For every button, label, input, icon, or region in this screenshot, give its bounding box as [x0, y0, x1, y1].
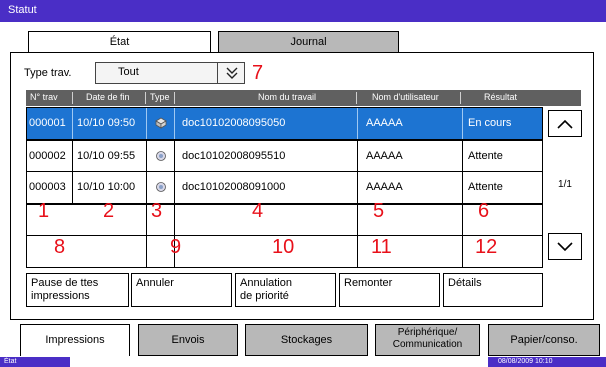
cell-job-name: doc10102008095050 [182, 117, 286, 129]
table-row[interactable]: 000001 10/10 09:50 doc10102008095050 AAA… [26, 107, 543, 140]
header-separator [72, 92, 73, 104]
header-separator [460, 92, 461, 104]
job-type-label: Type trav. [24, 67, 72, 79]
print-job-icon [155, 108, 167, 139]
move-up-button[interactable]: Remonter [339, 273, 440, 307]
row-separator [146, 172, 147, 203]
pause-all-prints-button[interactable]: Pause de ttes impressions [26, 273, 129, 307]
priority-override-label-2: de priorité [240, 290, 289, 302]
tab-status[interactable]: État [28, 31, 211, 53]
annotation-4: 4 [252, 200, 264, 222]
annotation-8: 8 [54, 236, 66, 258]
priority-override-label-1: Annulation [240, 277, 292, 289]
tab-stockages[interactable]: Stockages [245, 324, 368, 356]
annotation-12: 12 [475, 236, 498, 258]
annotation-10: 10 [272, 236, 295, 258]
annotation-1: 1 [38, 200, 50, 222]
status-datetime: 08/08/2009 10:10 [488, 357, 606, 367]
row-separator [72, 141, 73, 172]
annotation-2: 2 [103, 200, 115, 222]
scroll-header-strip [543, 90, 581, 106]
header-job-number: N° trav [30, 92, 58, 102]
header-separator [145, 92, 146, 104]
column-separator [146, 205, 147, 267]
row-separator [72, 172, 73, 203]
page-indicator: 1/1 [558, 179, 572, 190]
row-separator [174, 141, 175, 172]
tab-journal[interactable]: Journal [218, 31, 399, 53]
cell-job-name: doc10102008095510 [182, 150, 286, 162]
header-end-date: Date de fin [86, 92, 130, 102]
annotation-11: 11 [371, 236, 392, 258]
row-separator [146, 141, 147, 172]
header-user-name: Nom d'utilisateur [372, 92, 439, 102]
pause-all-prints-label-1: Pause de ttes [31, 277, 99, 289]
move-up-label: Remonter [344, 277, 393, 289]
row-separator [174, 108, 175, 139]
header-type: Type [150, 92, 170, 102]
scan-job-icon [155, 141, 167, 172]
tab-papier-conso[interactable]: Papier/conso. [488, 324, 600, 356]
row-separator [357, 172, 358, 203]
tab-peripherique-label-2: Communication [392, 339, 463, 350]
column-separator [357, 205, 358, 267]
row-separator [72, 108, 73, 139]
header-separator [174, 92, 175, 104]
annotation-9: 9 [170, 236, 182, 258]
cell-end-date: 10/10 09:55 [77, 150, 136, 162]
annotation-7: 7 [252, 62, 264, 84]
cell-job-number: 000001 [29, 117, 66, 129]
header-result: Résultat [484, 92, 518, 102]
row-separator [357, 141, 358, 172]
pause-all-prints-label-2: impressions [31, 290, 90, 302]
annotation-3: 3 [151, 200, 163, 222]
cell-end-date: 10/10 09:50 [77, 117, 136, 129]
row-separator [174, 172, 175, 203]
tab-peripherique-label-1: Périphérique/ [397, 327, 458, 338]
cell-user-name: AAAAA [366, 117, 403, 129]
cell-job-number: 000002 [29, 150, 66, 162]
annotation-5: 5 [373, 200, 385, 222]
header-job-name: Nom du travail [258, 92, 317, 102]
row-separator [462, 108, 463, 139]
header-separator [356, 92, 357, 104]
tab-impressions[interactable]: Impressions [20, 324, 130, 356]
chevron-up-icon [557, 119, 573, 129]
scroll-up-button[interactable] [548, 110, 582, 137]
dropdown-arrow-icon[interactable] [217, 62, 245, 84]
cell-user-name: AAAAA [366, 181, 403, 193]
cell-job-number: 000003 [29, 181, 66, 193]
column-separator [462, 205, 463, 267]
table-row[interactable]: 000002 10/10 09:55 doc10102008095510 AAA… [26, 140, 543, 173]
table-header: N° trav Date de fin Type Nom du travail … [26, 90, 543, 106]
cancel-label: Annuler [136, 277, 174, 289]
details-button[interactable]: Détails [443, 273, 543, 307]
scroll-down-button[interactable] [548, 233, 582, 260]
cell-end-date: 10/10 10:00 [77, 181, 136, 193]
job-type-value: Tout [118, 66, 139, 78]
row-separator [462, 172, 463, 203]
cell-job-name: doc10102008091000 [182, 181, 286, 193]
row-separator [357, 108, 358, 139]
priority-override-button[interactable]: Annulation de priorité [235, 273, 336, 307]
scan-job-icon [155, 172, 167, 203]
window-title: Statut [0, 0, 606, 22]
status-label: État [0, 357, 70, 367]
row-separator [462, 141, 463, 172]
cell-result: En cours [468, 117, 512, 129]
annotation-6: 6 [478, 200, 490, 222]
details-label: Détails [448, 277, 482, 289]
cancel-button[interactable]: Annuler [131, 273, 232, 307]
cell-result: Attente [468, 181, 503, 193]
cell-user-name: AAAAA [366, 150, 403, 162]
chevron-down-icon [557, 241, 573, 251]
row-separator [146, 108, 147, 139]
cell-result: Attente [468, 150, 503, 162]
tab-peripherique[interactable]: Périphérique/ Communication [375, 324, 480, 356]
tab-envois[interactable]: Envois [138, 324, 238, 356]
